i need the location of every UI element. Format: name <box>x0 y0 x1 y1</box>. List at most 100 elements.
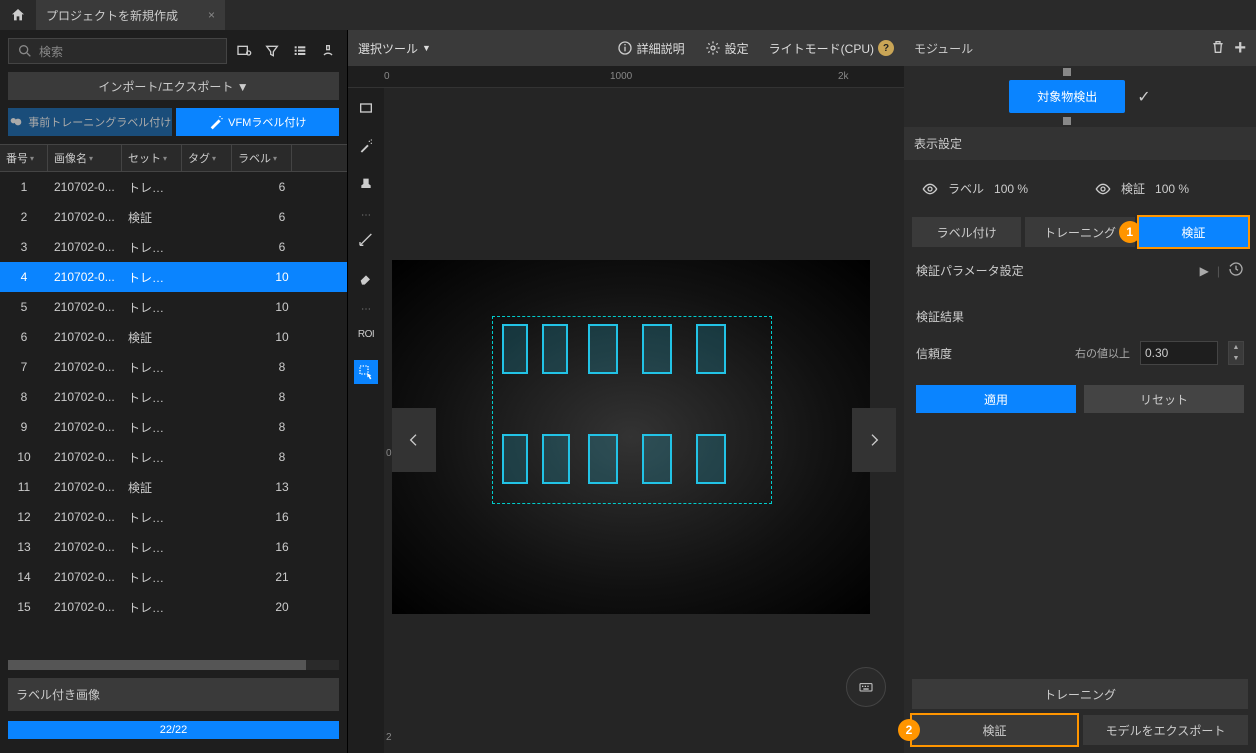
table-row[interactable]: 13210702-0...トレーニ...16 <box>0 532 347 562</box>
detection-box[interactable] <box>502 324 528 374</box>
confidence-input[interactable] <box>1140 341 1218 365</box>
module-chip-detection[interactable]: 対象物検出 <box>1009 80 1125 113</box>
check-icon: ✓ <box>1137 87 1150 107</box>
help-icon[interactable]: ? <box>878 40 894 56</box>
selection-tool-label: 選択ツール ▼ <box>358 40 431 57</box>
settings-button[interactable]: 設定 <box>705 40 749 57</box>
col-label[interactable]: ラベル▾ <box>232 145 292 171</box>
detection-box[interactable] <box>542 434 570 484</box>
cell-name: 210702-0... <box>48 420 122 434</box>
detection-box[interactable] <box>642 324 672 374</box>
list-icon[interactable] <box>289 40 311 62</box>
delete-module-button[interactable] <box>1210 39 1226 58</box>
detail-button[interactable]: 詳細説明 <box>617 40 685 57</box>
cell-label: 16 <box>232 510 332 524</box>
detection-box[interactable] <box>696 434 726 484</box>
cell-name: 210702-0... <box>48 540 122 554</box>
cell-set: トレーニ... <box>122 539 182 556</box>
cell-set: 検証 <box>122 329 182 346</box>
table-row[interactable]: 11210702-0...検証13 <box>0 472 347 502</box>
cell-num: 8 <box>0 390 48 404</box>
filter-icon[interactable] <box>261 40 283 62</box>
vis-label-text: ラベル <box>948 180 984 197</box>
detection-box[interactable] <box>642 434 672 484</box>
table-row[interactable]: 5210702-0...トレーニ...10 <box>0 292 347 322</box>
roi-box[interactable] <box>492 316 772 504</box>
table-row[interactable]: 8210702-0...トレーニ...8 <box>0 382 347 412</box>
tab-labeling[interactable]: ラベル付け <box>912 217 1021 247</box>
search-placeholder: 検索 <box>39 43 63 60</box>
table-row[interactable]: 4210702-0...トレーニ...10 <box>0 262 347 292</box>
detection-box[interactable] <box>542 324 568 374</box>
add-module-button[interactable]: + <box>1234 37 1246 60</box>
run-icon[interactable]: ▶ <box>1200 264 1209 278</box>
stamp-tool[interactable] <box>354 172 378 196</box>
cell-set: トレーニ... <box>122 269 182 286</box>
cell-num: 3 <box>0 240 48 254</box>
cell-name: 210702-0... <box>48 600 122 614</box>
import-export-button[interactable]: インポート/エクスポート ▼ <box>8 72 339 100</box>
detection-box[interactable] <box>588 434 618 484</box>
detection-box[interactable] <box>588 324 618 374</box>
project-tab[interactable]: プロジェクトを新規作成 × <box>36 0 225 30</box>
table-row[interactable]: 12210702-0...トレーニ...16 <box>0 502 347 532</box>
prev-image-button[interactable] <box>392 408 436 472</box>
confidence-spinner[interactable]: ▲▼ <box>1228 341 1244 365</box>
cell-label: 6 <box>232 210 332 224</box>
roi-tool[interactable]: ROI <box>354 322 378 346</box>
eye-icon[interactable] <box>1095 181 1111 197</box>
col-image-name[interactable]: 画像名▾ <box>48 145 122 171</box>
apply-button[interactable]: 適用 <box>916 385 1076 413</box>
reset-button[interactable]: リセット <box>1084 385 1244 413</box>
eye-icon[interactable] <box>922 181 938 197</box>
canvas[interactable]: 0 2 <box>384 88 904 753</box>
table-row[interactable]: 2210702-0...検証6 <box>0 202 347 232</box>
selection-tool[interactable] <box>354 360 378 384</box>
table-row[interactable]: 1210702-0...トレーニ...6 <box>0 172 347 202</box>
table-row[interactable]: 7210702-0...トレーニ...8 <box>0 352 347 382</box>
home-button[interactable] <box>0 0 36 30</box>
gear-icon <box>705 40 721 56</box>
close-icon[interactable]: × <box>208 8 215 22</box>
detection-box[interactable] <box>502 434 528 484</box>
table-row[interactable]: 3210702-0...トレーニ...6 <box>0 232 347 262</box>
layout-icon[interactable] <box>317 40 339 62</box>
eraser-tool[interactable] <box>354 266 378 290</box>
table-row[interactable]: 9210702-0...トレーニ...8 <box>0 412 347 442</box>
pretrain-label-button[interactable]: 事前トレーニングラベル付け <box>8 108 172 136</box>
next-image-button[interactable] <box>852 408 896 472</box>
display-settings-header: 表示設定 <box>904 127 1256 160</box>
cell-num: 6 <box>0 330 48 344</box>
history-icon[interactable] <box>1228 261 1244 280</box>
badge-2: 2 <box>898 719 920 741</box>
footer-verify-button[interactable]: 2 検証 <box>912 715 1077 745</box>
table-row[interactable]: 14210702-0...トレーニ...21 <box>0 562 347 592</box>
tab-training[interactable]: トレーニング 1 <box>1025 217 1134 247</box>
image-settings-icon[interactable] <box>233 40 255 62</box>
table-row[interactable]: 10210702-0...トレーニ...8 <box>0 442 347 472</box>
footer-train-button[interactable]: トレーニング <box>912 679 1248 709</box>
light-mode-label[interactable]: ライトモード(CPU) ? <box>769 40 894 57</box>
tab-verify[interactable]: 検証 <box>1139 217 1248 247</box>
rect-tool[interactable] <box>354 96 378 120</box>
table-row[interactable]: 6210702-0...検証10 <box>0 322 347 352</box>
col-number[interactable]: 番号▾ <box>0 145 48 171</box>
horizontal-scrollbar[interactable] <box>8 660 339 670</box>
chevron-left-icon <box>406 432 422 448</box>
col-tag[interactable]: タグ▾ <box>182 145 232 171</box>
image-table: 1210702-0...トレーニ...62210702-0...検証632107… <box>0 172 347 660</box>
cell-set: 検証 <box>122 209 182 226</box>
detection-box[interactable] <box>696 324 726 374</box>
cell-name: 210702-0... <box>48 360 122 374</box>
tool-divider-2: ⋯ <box>354 304 378 308</box>
measure-tool[interactable] <box>354 228 378 252</box>
col-set[interactable]: セット▾ <box>122 145 182 171</box>
cell-num: 15 <box>0 600 48 614</box>
keyboard-button[interactable] <box>846 667 886 707</box>
search-input[interactable]: 検索 <box>8 38 227 64</box>
wand-tool[interactable] <box>354 134 378 158</box>
table-row[interactable]: 15210702-0...トレーニ...20 <box>0 592 347 622</box>
cell-label: 6 <box>232 180 332 194</box>
footer-export-button[interactable]: モデルをエクスポート <box>1083 715 1248 745</box>
vfm-label-button[interactable]: VFMラベル付け <box>176 108 340 136</box>
